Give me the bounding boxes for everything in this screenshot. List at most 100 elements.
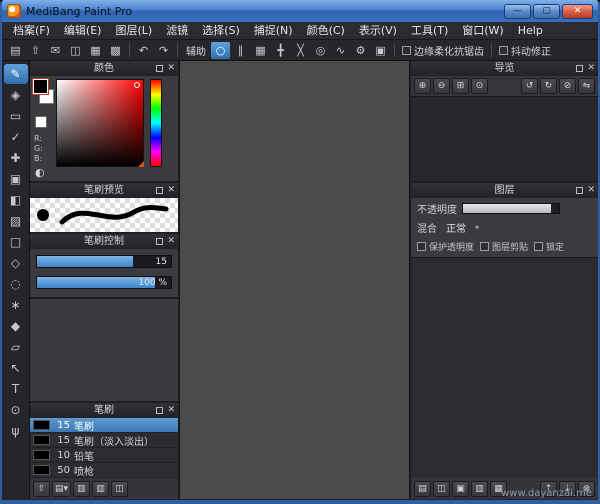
canvas[interactable] (179, 61, 410, 499)
popout-icon[interactable] (156, 187, 163, 194)
lock-checkbox[interactable]: 锁定 (534, 240, 564, 253)
zoom-out-icon[interactable]: ⊖ (433, 78, 450, 94)
popout-icon[interactable] (156, 65, 163, 72)
rotate-left-icon[interactable]: ↺ (521, 78, 538, 94)
rotate-right-icon[interactable]: ↻ (540, 78, 557, 94)
select-eraser-tool[interactable]: ▱ (4, 337, 28, 357)
add-layer-icon[interactable]: ▤ (414, 481, 431, 497)
snap-parallel-icon[interactable]: ∥ (231, 42, 250, 59)
zoom-actual-icon[interactable]: ⊙ (471, 78, 488, 94)
flip-horizontal-icon[interactable]: ⇋ (578, 78, 595, 94)
foreground-color-swatch[interactable] (33, 79, 48, 94)
eyedropper-tool[interactable]: ⊙ (4, 400, 28, 420)
sv-cursor[interactable] (134, 82, 140, 88)
close-panel-icon[interactable]: ✕ (587, 185, 595, 196)
layer-panel-header[interactable]: 图层 ✕ (411, 183, 598, 198)
snap-vanishing-icon[interactable]: ◎ (311, 42, 330, 59)
select-ellipse-tool[interactable]: ◇ (4, 253, 28, 273)
minimize-button[interactable]: — (504, 4, 531, 19)
transparent-color-icon[interactable]: ◐ (35, 166, 45, 179)
brush-list-item[interactable]: 15 笔刷（淡入淡出） (30, 433, 178, 448)
publish-icon[interactable]: ✉ (46, 42, 65, 59)
dot-tool[interactable]: ▭ (4, 106, 28, 126)
menu-edit[interactable]: 编辑(E) (57, 22, 109, 40)
close-panel-icon[interactable]: ✕ (167, 185, 175, 196)
fill-tool[interactable]: ▣ (4, 169, 28, 189)
brush-cloud-folder-icon[interactable]: ▥ (92, 481, 109, 497)
snap-x-icon[interactable]: ╳ (291, 42, 310, 59)
antialias-checkbox[interactable]: 边缘柔化抗锯齿 (399, 43, 487, 58)
navigator-preview[interactable] (411, 96, 598, 181)
navigator-header[interactable]: 导览 ✕ (411, 61, 598, 76)
close-button[interactable]: ✕ (562, 4, 593, 19)
menu-help[interactable]: Help (511, 22, 550, 40)
move-tool[interactable]: ✚ (4, 148, 28, 168)
gradient-tool[interactable]: ▨ (4, 211, 28, 231)
close-panel-icon[interactable]: ✕ (167, 405, 175, 416)
select-pen-tool[interactable]: ◆ (4, 316, 28, 336)
operation-tool[interactable]: ↖ (4, 358, 28, 378)
menu-tool[interactable]: 工具(T) (404, 22, 455, 40)
menu-view[interactable]: 表示(V) (352, 22, 404, 40)
text-tool[interactable]: T (4, 379, 28, 399)
duplicate-brush-icon[interactable]: ◫ (111, 481, 128, 497)
clipping-checkbox[interactable]: 图层剪贴 (480, 240, 528, 253)
zoom-fit-icon[interactable]: ⊞ (452, 78, 469, 94)
open-icon[interactable]: ▤ (6, 42, 25, 59)
hue-slider[interactable] (150, 79, 162, 167)
zoom-in-icon[interactable]: ⊕ (414, 78, 431, 94)
undo-icon[interactable]: ↶ (134, 42, 153, 59)
menu-layer[interactable]: 图层(L) (108, 22, 159, 40)
grid-icon[interactable]: ▩ (106, 42, 125, 59)
popout-icon[interactable] (576, 187, 583, 194)
close-panel-icon[interactable]: ✕ (167, 236, 175, 247)
menu-snap[interactable]: 捕捉(N) (247, 22, 300, 40)
rotate-reset-icon[interactable]: ⊘ (559, 78, 576, 94)
menu-color[interactable]: 颜色(C) (300, 22, 352, 40)
select-rect-tool[interactable]: □ (4, 232, 28, 252)
popout-icon[interactable] (156, 238, 163, 245)
bucket-tool[interactable]: ◧ (4, 190, 28, 210)
eraser-tool[interactable]: ◈ (4, 85, 28, 105)
close-panel-icon[interactable]: ✕ (587, 63, 595, 74)
brush-control-header[interactable]: 笔刷控制 ✕ (30, 234, 178, 249)
redo-icon[interactable]: ↷ (154, 42, 173, 59)
snap-curve-icon[interactable]: ∿ (331, 42, 350, 59)
snap-cross-icon[interactable]: ╋ (271, 42, 290, 59)
stabilize-checkbox[interactable]: 抖动修正 (496, 43, 554, 58)
layer-list[interactable] (411, 257, 598, 478)
blend-mode-select[interactable]: 正常 (442, 220, 470, 235)
brush-panel-header[interactable]: 笔刷 ✕ (30, 403, 178, 418)
duplicate-layer-icon[interactable]: ◫ (433, 481, 450, 497)
popout-icon[interactable] (576, 65, 583, 72)
pen-tool[interactable]: ✓ (4, 127, 28, 147)
brush-list-item[interactable]: 50 喷枪 (30, 463, 178, 478)
snap-settings-icon[interactable]: ⚙ (351, 42, 370, 59)
protect-alpha-checkbox[interactable]: 保护透明度 (417, 240, 474, 253)
snap-off-icon[interactable]: ○ (211, 42, 230, 59)
sub-color-swatch[interactable] (35, 116, 47, 128)
opacity-slider[interactable] (462, 203, 560, 214)
lasso-tool[interactable]: ◌ (4, 274, 28, 294)
title-bar[interactable]: MediBang Paint Pro — ▢ ✕ (2, 0, 598, 22)
color-panel-header[interactable]: 颜色 ✕ (30, 61, 178, 76)
transfer-layer-icon[interactable]: ▣ (452, 481, 469, 497)
menu-select[interactable]: 选择(S) (195, 22, 247, 40)
brush-list-item[interactable]: 10 铅笔 (30, 448, 178, 463)
menu-window[interactable]: 窗口(W) (455, 22, 510, 40)
hand-tool[interactable]: ψ (4, 421, 28, 441)
menu-file[interactable]: 档案(F) (6, 22, 57, 40)
maximize-button[interactable]: ▢ (533, 4, 560, 19)
brush-preview-header[interactable]: 笔刷预览 ✕ (30, 183, 178, 198)
save-icon[interactable]: ◫ (66, 42, 85, 59)
material-icon[interactable]: ▦ (86, 42, 105, 59)
export-icon[interactable]: ⇧ (26, 42, 45, 59)
snap-lattice-icon[interactable]: ▦ (251, 42, 270, 59)
close-panel-icon[interactable]: ✕ (167, 63, 175, 74)
brush-list-item[interactable]: 15 笔刷 (30, 418, 178, 433)
magic-wand-tool[interactable]: ∗ (4, 295, 28, 315)
add-folder-icon[interactable]: ▥ (471, 481, 488, 497)
brush-opacity-slider[interactable]: 100 % (36, 276, 172, 289)
brush-folder-icon[interactable]: ▥ (73, 481, 90, 497)
brush-size-slider[interactable]: 15 (36, 255, 172, 268)
